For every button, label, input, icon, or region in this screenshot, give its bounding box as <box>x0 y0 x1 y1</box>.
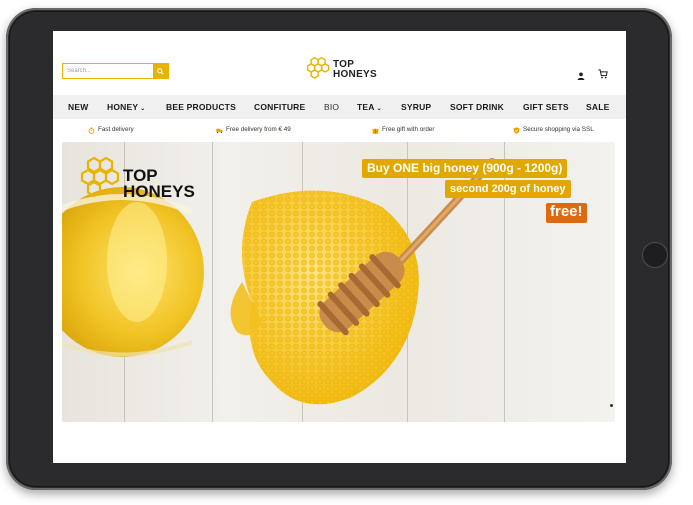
nav-item-sale[interactable]: SALE <box>586 95 609 119</box>
hero-banner[interactable]: TOP HONEYS Buy ONE big honey (900g - 120… <box>62 142 615 422</box>
usp-secure-shopping: Secure shopping via SSL <box>513 119 594 141</box>
page: TOP HONEYS NEW HONEY⌄ BEE <box>0 0 693 505</box>
chevron-down-icon: ⌄ <box>376 106 382 112</box>
nav-label: HONEY <box>107 102 139 112</box>
nav-label: TEA <box>357 102 375 112</box>
search-icon <box>157 67 164 75</box>
usp-label: Fast delivery <box>98 126 134 133</box>
promo-subline: second 200g of honey <box>445 180 571 198</box>
logo-line-honeys: HONEYS <box>332 69 377 80</box>
nav-item-syrup[interactable]: SYRUP <box>401 95 431 119</box>
hero-logo-wordmark: TOP HONEYS <box>123 167 195 201</box>
nav-item-bio[interactable]: BIO <box>324 95 339 119</box>
site-header: TOP HONEYS <box>53 31 626 95</box>
stopwatch-icon <box>88 126 95 134</box>
search-input[interactable] <box>63 64 154 78</box>
search-bar <box>62 63 169 79</box>
honeycomb-logo-icon <box>306 56 330 79</box>
usp-label: Free gift with order <box>382 126 435 133</box>
gift-icon <box>372 128 379 134</box>
nav-label: CONFITURE <box>254 102 306 112</box>
nav-label: GIFT SETS <box>523 102 569 112</box>
usp-bar: Fast delivery Free delivery from € 49 Fr… <box>53 119 626 141</box>
search-button[interactable] <box>153 64 168 78</box>
slider-dot[interactable] <box>610 404 613 407</box>
tablet-home-button <box>642 242 668 268</box>
account-button[interactable] <box>577 65 585 84</box>
hero-logo-line-honeys: HONEYS <box>123 182 195 201</box>
promo-headline: Buy ONE big honey (900g - 1200g) <box>362 159 568 178</box>
usp-label: Free delivery from € 49 <box>226 126 291 133</box>
nav-item-tea[interactable]: TEA ⌄ <box>357 95 382 119</box>
cart-icon <box>598 69 608 79</box>
nav-item-confiture[interactable]: CONFITURE <box>254 95 305 119</box>
promo-free-badge: free! <box>546 203 587 223</box>
nav-item-new[interactable]: NEW <box>68 95 88 119</box>
usp-free-gift: Free gift with order <box>372 119 435 141</box>
shield-icon <box>513 126 520 134</box>
nav-label: SOFT DRINK <box>450 102 504 112</box>
logo-wordmark: TOP HONEYS <box>333 60 377 80</box>
nav-item-bee-products[interactable]: BEE PRODUCTS <box>166 95 236 119</box>
nav-item-gift-sets[interactable]: GIFT SETS <box>523 95 569 119</box>
nav-label: NEW <box>68 102 89 112</box>
site-logo[interactable]: TOP HONEYS <box>305 54 377 86</box>
usp-fast-delivery: Fast delivery <box>88 119 134 141</box>
nav-label: SYRUP <box>401 102 432 112</box>
truck-icon <box>216 128 223 133</box>
usp-label: Secure shopping via SSL <box>523 126 594 133</box>
nav-item-honey[interactable]: HONEY ⌄ <box>107 95 145 119</box>
nav-label: SALE <box>586 102 610 112</box>
user-icon <box>577 72 585 80</box>
nav-label: BIO <box>324 102 340 112</box>
nav-label: BEE PRODUCTS <box>166 102 236 112</box>
cart-button[interactable] <box>598 64 608 83</box>
nav-item-soft-drink[interactable]: SOFT DRINK <box>450 95 504 119</box>
chevron-down-icon: ⌄ <box>140 106 146 112</box>
tablet-screen: TOP HONEYS NEW HONEY⌄ BEE <box>53 31 626 463</box>
usp-free-delivery: Free delivery from € 49 <box>216 119 291 141</box>
main-navigation: NEW HONEY ⌄ BEE PRODUCTS CONFITURE BIO TE… <box>53 95 626 119</box>
